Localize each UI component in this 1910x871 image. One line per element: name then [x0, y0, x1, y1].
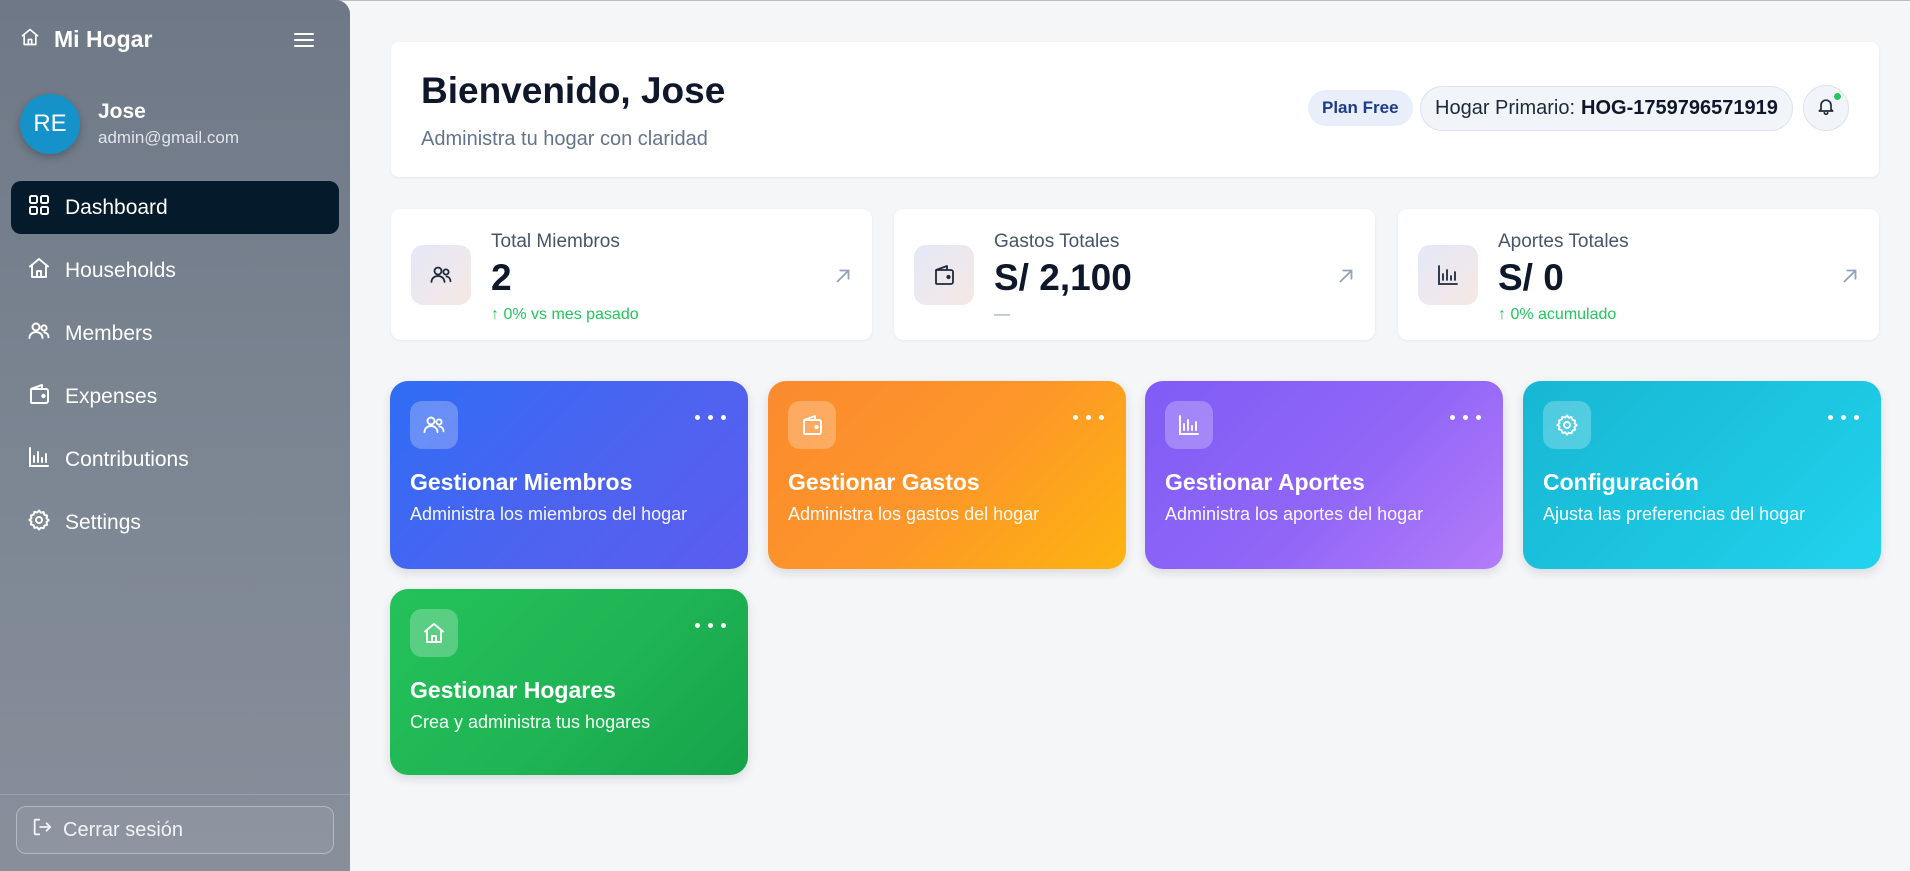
hogar-code: HOG-1759796571919 — [1581, 97, 1778, 119]
manage-expenses-card[interactable]: Gestionar Gastos Administra los gastos d… — [768, 381, 1126, 569]
stat-card-expenses: Gastos Totales S/ 2,100 — — [894, 209, 1375, 340]
stat-change: ↑ 0% vs mes pasado — [491, 306, 639, 323]
arrow-up-right-icon[interactable] — [1839, 265, 1861, 287]
stat-label: Gastos Totales — [994, 231, 1120, 252]
stat-value: S/ 0 — [1498, 257, 1564, 298]
logout-button[interactable]: Cerrar sesión — [16, 806, 334, 854]
sidebar-item-dashboard[interactable]: Dashboard — [11, 181, 339, 234]
sidebar-item-settings[interactable]: Settings — [11, 496, 339, 549]
stat-change: — — [994, 306, 1010, 323]
card-title: Gestionar Miembros — [410, 469, 633, 495]
more-options-icon[interactable] — [695, 623, 726, 628]
more-options-icon[interactable] — [1450, 415, 1481, 420]
arrow-up-right-icon[interactable] — [832, 265, 854, 287]
user-email: admin@gmail.com — [98, 128, 240, 147]
brand-name: Mi Hogar — [54, 26, 153, 52]
users-icon — [411, 245, 471, 305]
gear-icon — [27, 508, 51, 538]
page-title: Bienvenido, Jose — [421, 70, 726, 111]
welcome-header: Bienvenido, Jose Administra tu hogar con… — [391, 42, 1879, 177]
sidebar-item-contributions[interactable]: Contributions — [11, 433, 339, 486]
stat-change: ↑ 0% acumulado — [1498, 306, 1617, 323]
stat-card-members: Total Miembros 2 ↑ 0% vs mes pasado — [391, 209, 872, 340]
manage-members-card[interactable]: Gestionar Miembros Administra los miembr… — [390, 381, 748, 569]
primary-household-pill[interactable]: Hogar Primario: HOG-1759796571919 — [1420, 86, 1793, 131]
sidebar-item-expenses[interactable]: Expenses — [11, 370, 339, 423]
card-description: Administra los miembros del hogar — [410, 504, 688, 524]
stat-label: Total Miembros — [491, 231, 620, 252]
notifications-button[interactable] — [1803, 85, 1849, 131]
user-profile[interactable]: RE Jose admin@gmail.com — [20, 94, 239, 154]
card-description: Administra los gastos del hogar — [788, 504, 1040, 524]
home-icon — [20, 27, 40, 52]
settings-card[interactable]: Configuración Ajusta las preferencias de… — [1523, 381, 1881, 569]
sidebar-item-households[interactable]: Households — [11, 244, 339, 297]
wallet-icon — [914, 245, 974, 305]
card-title: Configuración — [1543, 469, 1699, 495]
sidebar: Mi Hogar RE Jose admin@gmail.com Dashboa… — [0, 0, 350, 871]
card-title: Gestionar Hogares — [410, 677, 616, 703]
user-name: Jose — [98, 100, 146, 123]
plan-badge: Plan Free — [1308, 90, 1413, 126]
home-icon — [27, 256, 51, 286]
bar-chart-icon — [1418, 245, 1478, 305]
logout-label: Cerrar sesión — [63, 818, 184, 841]
stat-value: 2 — [491, 257, 512, 298]
sidebar-item-members[interactable]: Members — [11, 307, 339, 360]
sidebar-item-label: Households — [65, 258, 176, 282]
card-description: Ajusta las preferencias del hogar — [1543, 504, 1806, 524]
sidebar-nav: Dashboard Households Members Expenses Co… — [11, 181, 339, 559]
users-icon — [410, 401, 458, 449]
arrow-up-right-icon[interactable] — [1335, 265, 1357, 287]
manage-contributions-card[interactable]: Gestionar Aportes Administra los aportes… — [1145, 381, 1503, 569]
users-icon — [27, 319, 51, 349]
more-options-icon[interactable] — [1073, 415, 1104, 420]
sidebar-item-label: Expenses — [65, 384, 158, 408]
wallet-icon — [788, 401, 836, 449]
stat-card-contributions: Aportes Totales S/ 0 ↑ 0% acumulado — [1398, 209, 1879, 340]
avatar: RE — [20, 94, 80, 154]
bar-chart-icon — [1165, 401, 1213, 449]
manage-households-card[interactable]: Gestionar Hogares Crea y administra tus … — [390, 589, 748, 775]
logout-icon — [31, 816, 53, 844]
menu-toggle-button[interactable] — [288, 28, 320, 56]
sidebar-divider — [0, 794, 350, 795]
bar-chart-icon — [27, 445, 51, 475]
brand[interactable]: Mi Hogar — [20, 26, 152, 53]
card-description: Administra los aportes del hogar — [1165, 504, 1424, 524]
sidebar-item-label: Settings — [65, 510, 141, 534]
sidebar-item-label: Members — [65, 321, 153, 345]
hamburger-icon — [293, 31, 315, 54]
card-title: Gestionar Gastos — [788, 469, 980, 495]
wallet-icon — [27, 382, 51, 412]
stat-label: Aportes Totales — [1498, 231, 1629, 252]
more-options-icon[interactable] — [1828, 415, 1859, 420]
page-subtitle: Administra tu hogar con claridad — [421, 128, 708, 150]
card-title: Gestionar Aportes — [1165, 469, 1365, 495]
grid-icon — [27, 193, 51, 223]
home-icon — [410, 609, 458, 657]
card-description: Crea y administra tus hogares — [410, 712, 651, 732]
hogar-label: Hogar Primario: — [1435, 97, 1576, 119]
more-options-icon[interactable] — [695, 415, 726, 420]
sidebar-item-label: Dashboard — [65, 195, 168, 219]
notification-dot — [1833, 92, 1842, 101]
gear-icon — [1543, 401, 1591, 449]
stat-value: S/ 2,100 — [994, 257, 1132, 298]
sidebar-item-label: Contributions — [65, 447, 189, 471]
